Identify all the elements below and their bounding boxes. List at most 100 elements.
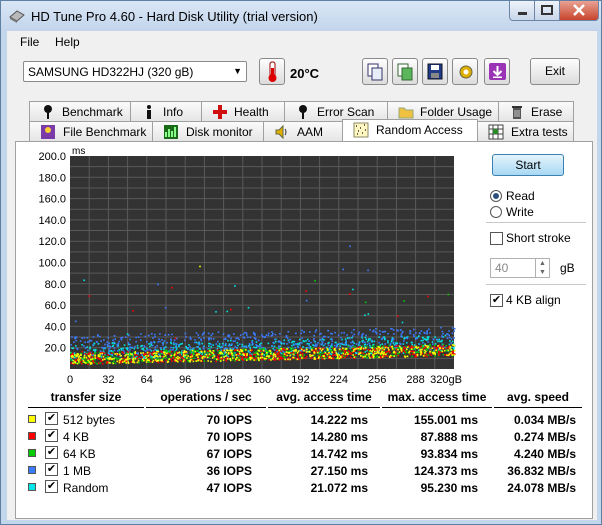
data-point <box>358 342 361 345</box>
copy-screenshot-button[interactable] <box>392 58 418 85</box>
data-point <box>253 346 255 349</box>
tab-folder-usage[interactable]: Folder Usage <box>387 101 499 121</box>
data-point <box>179 354 182 356</box>
data-point <box>263 357 266 360</box>
data-point <box>420 339 423 342</box>
data-point <box>429 332 431 334</box>
spin-down-icon[interactable]: ▼ <box>535 268 549 277</box>
menu-file[interactable]: File <box>20 35 39 49</box>
start-button[interactable]: Start <box>492 154 564 176</box>
data-point <box>367 269 369 272</box>
data-point <box>378 356 380 359</box>
data-point <box>369 350 372 352</box>
transfer-size: 512 bytes <box>63 413 116 427</box>
data-point <box>135 340 137 343</box>
exit-button[interactable]: Exit <box>530 58 580 85</box>
data-point <box>335 345 338 348</box>
data-point <box>423 338 426 340</box>
data-point <box>230 339 232 342</box>
data-point <box>411 341 413 344</box>
series-checkbox[interactable]: ✔ <box>45 412 58 425</box>
data-point <box>92 336 95 338</box>
title-bar[interactable]: HD Tune Pro 4.60 - Hard Disk Utility (tr… <box>1 1 601 31</box>
data-point <box>258 345 260 348</box>
short-stroke-checkbox[interactable] <box>490 232 503 245</box>
data-point <box>448 336 451 339</box>
data-point <box>244 331 246 334</box>
tab-info[interactable]: Info <box>130 101 202 121</box>
data-point <box>417 351 419 354</box>
data-point <box>213 355 216 358</box>
tab-error-scan[interactable]: Error Scan <box>284 101 388 121</box>
tab-random-access[interactable]: Random Access <box>342 119 478 141</box>
data-point <box>81 350 84 353</box>
data-point <box>217 354 220 356</box>
tab-file-benchmark[interactable]: File Benchmark <box>29 121 153 141</box>
tab-disk-monitor[interactable]: Disk monitor <box>152 121 264 141</box>
data-point <box>345 342 348 345</box>
column-header: avg. access time <box>268 390 380 408</box>
tab-health[interactable]: Health <box>201 101 285 121</box>
temperature-button[interactable] <box>259 58 285 85</box>
data-point <box>372 329 375 332</box>
spin-up-icon[interactable]: ▲ <box>535 259 549 268</box>
series-checkbox[interactable]: ✔ <box>45 446 58 459</box>
drive-select[interactable]: SAMSUNG HD322HJ (320 gB) ▼ <box>23 61 247 82</box>
data-point <box>118 359 121 362</box>
minimize-button[interactable] <box>509 1 535 21</box>
maximize-button[interactable] <box>534 1 560 21</box>
data-point <box>369 329 371 331</box>
legend-swatch <box>28 415 36 423</box>
data-point <box>386 355 389 358</box>
file-benchmark-icon <box>41 125 55 139</box>
data-point <box>441 339 443 342</box>
data-point <box>174 337 177 340</box>
series-checkbox[interactable]: ✔ <box>45 480 58 493</box>
data-point <box>97 334 99 337</box>
data-point <box>176 352 179 354</box>
write-radio[interactable] <box>490 206 502 218</box>
tab-erase[interactable]: Erase <box>498 101 574 121</box>
data-point <box>345 351 348 354</box>
tab-aam[interactable]: AAM <box>263 121 343 141</box>
data-point <box>184 354 187 357</box>
data-point <box>101 352 103 355</box>
data-point <box>272 347 275 350</box>
series-checkbox[interactable]: ✔ <box>45 463 58 476</box>
download-button[interactable] <box>484 58 510 85</box>
data-point <box>406 355 409 358</box>
data-point <box>424 344 427 347</box>
data-point <box>261 348 264 350</box>
short-stroke-label: Short stroke <box>506 231 571 245</box>
data-point <box>350 352 352 355</box>
data-point <box>433 351 435 354</box>
max-access-cell: 124.373 ms <box>413 464 478 478</box>
save-button[interactable] <box>422 58 448 85</box>
tab-benchmark[interactable]: Benchmark <box>29 101 131 121</box>
transfer-size: 64 KB <box>63 447 96 461</box>
data-point <box>224 342 227 345</box>
data-point <box>191 355 194 357</box>
data-point <box>352 344 354 347</box>
tab-extra-tests[interactable]: Extra tests <box>477 121 574 141</box>
data-point <box>74 320 77 323</box>
copy-info-button[interactable] <box>362 58 388 85</box>
data-point <box>235 358 237 361</box>
data-point <box>160 359 162 361</box>
align-checkbox[interactable]: ✔ <box>490 294 503 307</box>
close-button[interactable] <box>559 1 599 21</box>
data-point <box>292 351 295 354</box>
data-point <box>422 339 424 342</box>
data-point <box>352 328 355 331</box>
data-point <box>230 337 232 340</box>
data-point <box>189 356 192 358</box>
short-stroke-input[interactable]: 40 ▲ ▼ <box>490 258 550 278</box>
data-point <box>424 354 426 357</box>
data-point <box>202 347 205 350</box>
series-checkbox[interactable]: ✔ <box>45 429 58 442</box>
data-point <box>335 341 337 344</box>
read-radio[interactable] <box>490 190 502 202</box>
menu-help[interactable]: Help <box>55 35 80 49</box>
options-button[interactable] <box>452 58 478 85</box>
data-point <box>453 337 455 339</box>
